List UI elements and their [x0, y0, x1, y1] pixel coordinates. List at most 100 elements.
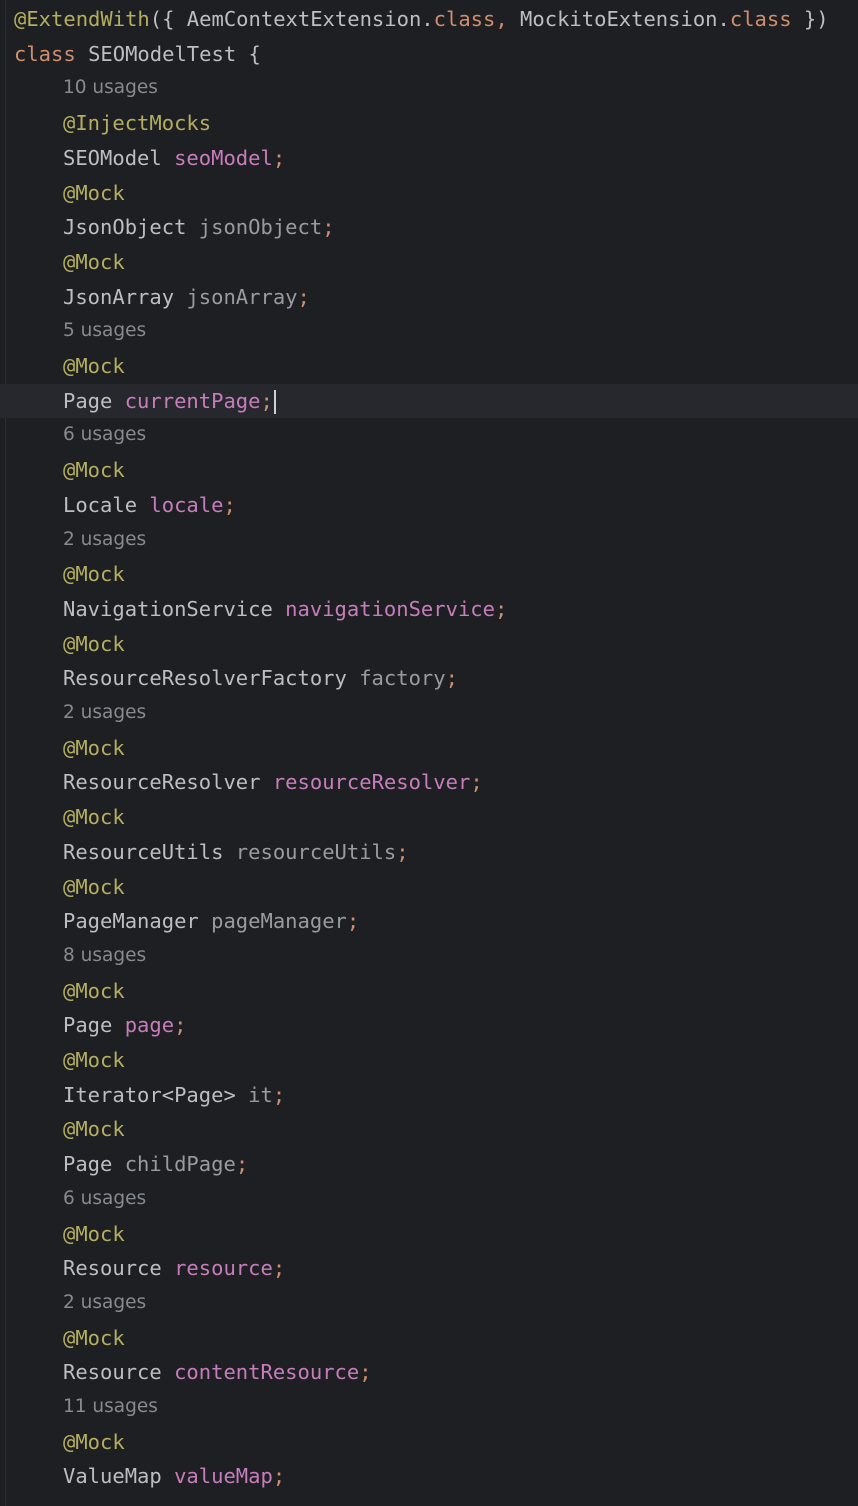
- extend-with-line: @ExtendWith({ AemContextExtension.class,…: [14, 2, 829, 36]
- field-type: ResourceResolverFactory: [63, 666, 347, 691]
- field-type: PageManager: [63, 909, 199, 934]
- annotation-line: @Mock: [63, 1429, 125, 1454]
- field-name: contentResource: [174, 1360, 360, 1385]
- semicolon: ;: [495, 596, 508, 621]
- annotation-line: @Mock: [63, 1117, 125, 1142]
- field-type: Resource: [63, 1256, 162, 1281]
- annotation-line: @Mock: [63, 735, 125, 760]
- semicolon: ;: [260, 388, 273, 413]
- semicolon: ;: [346, 909, 360, 934]
- dot-1: .: [421, 7, 434, 31]
- field-name: it: [248, 1082, 273, 1107]
- extend-with-annotation: @ExtendWith: [14, 7, 150, 31]
- semicolon: ;: [445, 666, 458, 691]
- field-type: JsonArray: [63, 284, 175, 309]
- field-name: childPage: [124, 1152, 236, 1177]
- field-declaration: JsonObject jsonObject;: [63, 210, 335, 244]
- field-declaration: ResourceUtils resourceUtils;: [63, 835, 409, 869]
- usages-hint[interactable]: 10 usages: [63, 71, 158, 105]
- annotation-line: @Mock: [63, 978, 125, 1003]
- field-declaration: Resource contentResource;: [63, 1355, 372, 1389]
- code-editor[interactable]: @ExtendWith({ AemContextExtension.class,…: [0, 0, 858, 1506]
- usages-hint[interactable]: 5 usages: [63, 314, 146, 348]
- field-type: Page: [63, 1152, 113, 1177]
- field-type: Resource: [63, 1360, 162, 1385]
- field-name: pageManager: [211, 909, 347, 934]
- semicolon: ;: [470, 770, 483, 795]
- field-name: resourceUtils: [235, 839, 397, 864]
- mockito-extension: MockitoExtension: [520, 7, 718, 31]
- field-declaration: PageManager pageManager;: [63, 904, 359, 938]
- field-declaration: NavigationService navigationService;: [63, 592, 507, 626]
- field-declaration: SEOModel seoModel;: [63, 141, 285, 175]
- paren-close: }): [791, 7, 829, 31]
- field-type: Page: [63, 1013, 113, 1038]
- usages-hint[interactable]: 11 usages: [63, 1390, 158, 1424]
- usages-hint[interactable]: 6 usages: [63, 418, 146, 452]
- annotation-line: @Mock: [63, 1048, 125, 1072]
- semicolon: ;: [359, 1360, 372, 1385]
- text-caret: [273, 389, 276, 414]
- semicolon: ;: [272, 1464, 286, 1489]
- usages-hint[interactable]: 8 usages: [63, 939, 146, 973]
- field-declaration: Iterator<Page> it;: [63, 1078, 285, 1112]
- field-declaration: Page childPage;: [63, 1147, 248, 1181]
- paren-open: ({: [149, 7, 187, 31]
- field-name: page: [124, 1013, 175, 1038]
- field-declaration: Page page;: [63, 1008, 186, 1042]
- annotation-line: @InjectMocks: [63, 111, 212, 136]
- field-declaration: Resource resource;: [63, 1251, 285, 1285]
- field-type: Iterator<Page>: [63, 1082, 236, 1107]
- annotation-line: @Mock: [63, 874, 125, 899]
- open-brace: {: [236, 42, 261, 66]
- class-declaration-line: class SEOModelTest {: [14, 37, 261, 71]
- usages-hint[interactable]: 6 usages: [63, 1182, 146, 1216]
- annotation-line: @Mock: [63, 1325, 125, 1350]
- class-keyword-1: class: [433, 7, 496, 31]
- class-keyword: class: [14, 42, 76, 66]
- field-type: ResourceResolver: [63, 770, 261, 795]
- field-name: resource: [174, 1256, 273, 1281]
- semicolon: ;: [272, 145, 286, 170]
- field-declaration: ValueMap valueMap;: [63, 1459, 285, 1493]
- field-declaration: Locale locale;: [63, 488, 236, 522]
- field-declaration: ResourceResolverFactory factory;: [63, 661, 458, 695]
- field-name: jsonArray: [186, 284, 298, 309]
- annotation-line: @Mock: [63, 354, 125, 378]
- semicolon: ;: [272, 1082, 286, 1107]
- class-keyword-2: class: [729, 7, 792, 31]
- field-type: SEOModel: [63, 145, 162, 170]
- annotation-line: @Mock: [63, 631, 125, 656]
- annotation-line: @Mock: [63, 562, 125, 587]
- semicolon: ;: [272, 1256, 286, 1281]
- field-type: Locale: [63, 492, 138, 517]
- field-type: ResourceUtils: [63, 839, 224, 864]
- field-type: Page: [63, 388, 113, 413]
- semicolon: ;: [235, 1152, 249, 1177]
- class-name: SEOModelTest: [88, 42, 237, 66]
- annotation-line: @Mock: [63, 1221, 125, 1246]
- annotation-line: @Mock: [63, 458, 125, 483]
- field-name: valueMap: [174, 1464, 273, 1489]
- semicolon: ;: [322, 215, 335, 240]
- annotation-line: @Mock: [63, 249, 125, 274]
- field-name: locale: [149, 492, 224, 517]
- field-name: jsonObject: [198, 215, 323, 240]
- semicolon: ;: [297, 284, 310, 309]
- field-name: seoModel: [174, 145, 273, 170]
- field-name: currentPage: [124, 388, 261, 413]
- field-type: JsonObject: [63, 215, 187, 240]
- semicolon: ;: [396, 839, 409, 864]
- usages-hint[interactable]: 2 usages: [63, 696, 146, 730]
- field-declaration: JsonArray jsonArray;: [63, 280, 310, 314]
- field-type: ValueMap: [63, 1464, 162, 1489]
- usages-hint[interactable]: 2 usages: [63, 1286, 146, 1320]
- field-type: NavigationService: [63, 596, 273, 621]
- semicolon: ;: [223, 492, 236, 517]
- field-declaration: ResourceResolver resourceResolver;: [63, 765, 483, 799]
- aem-context-extension: AemContextExtension: [186, 7, 422, 31]
- semicolon: ;: [174, 1013, 187, 1038]
- field-declaration: Page currentPage;: [63, 384, 276, 418]
- usages-hint[interactable]: 2 usages: [63, 523, 146, 557]
- comma: ,: [495, 7, 521, 31]
